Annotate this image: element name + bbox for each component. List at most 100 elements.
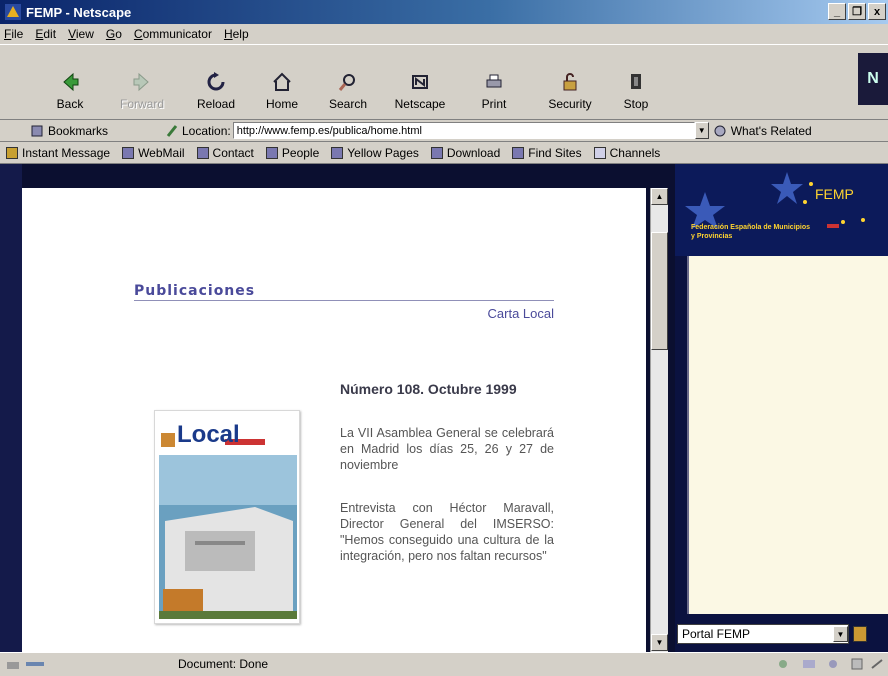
menu-file[interactable]: File	[4, 27, 23, 41]
yellow-pages-label: Yellow Pages	[347, 145, 419, 160]
page-left-margin	[0, 164, 22, 652]
find-sites-label: Find Sites	[528, 145, 582, 160]
forward-arrow-icon	[133, 72, 149, 92]
mail-icon[interactable]	[802, 658, 816, 670]
section-subtitle: Carta Local	[487, 306, 554, 321]
location-label: Location:	[166, 124, 231, 138]
femp-sidebar: FEMP Federación Española de Municipios y…	[675, 164, 888, 652]
portal-go-button[interactable]	[853, 626, 867, 642]
print-icon	[486, 74, 502, 88]
search-button[interactable]: Search	[316, 53, 380, 111]
cover-title: Local	[177, 421, 240, 448]
minimize-button[interactable]: _	[828, 3, 846, 20]
bookmarks-icon	[31, 125, 43, 136]
download-link[interactable]: Download	[430, 145, 501, 160]
channels-link[interactable]: Channels	[593, 146, 660, 160]
window-controls: _ ❐ x	[828, 3, 886, 20]
instant-message-label: Instant Message	[22, 145, 111, 160]
connection-status-icon	[26, 662, 44, 666]
forward-label: Forward	[119, 97, 164, 111]
magazine-cover-image[interactable]: Local	[154, 410, 300, 624]
netscape-logo[interactable]: N	[858, 53, 888, 105]
netscape-button[interactable]: Netscape	[388, 53, 452, 111]
stop-icon	[631, 74, 641, 89]
reload-button[interactable]: Reload	[184, 53, 248, 111]
stop-button[interactable]: Stop	[604, 53, 668, 111]
download-label: Download	[446, 145, 501, 160]
contact-link[interactable]: Contact	[196, 145, 254, 160]
maximize-button[interactable]: ❐	[848, 3, 866, 20]
webmail-label: WebMail	[138, 145, 185, 160]
portal-select[interactable]: Portal FEMP	[677, 624, 849, 644]
content-area: Publicaciones Carta Local Local Número 1…	[0, 164, 888, 652]
back-button[interactable]: Back	[38, 53, 102, 111]
back-arrow-icon	[63, 72, 79, 92]
whats-related-button[interactable]: What's Related	[713, 124, 812, 138]
reload-label: Reload	[196, 97, 236, 111]
home-button[interactable]: Home	[250, 53, 314, 111]
bookmark-page-icon	[265, 146, 278, 159]
bookmarks-label: Bookmarks	[48, 123, 109, 138]
url-input[interactable]	[232, 122, 695, 139]
title-bar: FEMP - Netscape _ ❐ x	[0, 0, 888, 24]
main-frame: Publicaciones Carta Local Local Número 1…	[22, 188, 646, 652]
bookmark-page-icon	[430, 146, 443, 159]
print-label: Print	[481, 97, 507, 111]
yellow-pages-link[interactable]: Yellow Pages	[331, 146, 419, 160]
lock-icon	[563, 73, 577, 91]
menu-view[interactable]: View	[68, 27, 94, 41]
personal-toolbar: Instant Message WebMail Contact People Y…	[0, 142, 888, 164]
forward-button[interactable]: Forward	[110, 53, 174, 111]
instant-message-link[interactable]: Instant Message	[6, 146, 110, 160]
people-label: People	[281, 145, 320, 160]
femp-header: FEMP Federación Española de Municipios y…	[675, 164, 888, 256]
security-status-icon[interactable]	[6, 658, 20, 670]
people-link[interactable]: People	[265, 145, 320, 160]
webmail-link[interactable]: WebMail	[122, 145, 185, 160]
news-paragraph-1[interactable]: La VII Asamblea General se celebrará en …	[340, 425, 554, 473]
navigation-toolbar: Back Forward Reload Home Search Netscape…	[0, 44, 888, 120]
bookmark-page-icon	[512, 146, 525, 159]
security-label: Security	[548, 97, 592, 111]
security-button[interactable]: Security	[538, 53, 602, 111]
whats-related-label: What's Related	[730, 123, 812, 138]
status-text: Document: Done	[178, 657, 269, 671]
main-scrollbar[interactable]: ▲ ▼	[650, 188, 668, 652]
menu-go[interactable]: Go	[106, 27, 122, 41]
whats-related-icon	[714, 125, 726, 136]
navigator-icon[interactable]	[776, 658, 790, 670]
home-label: Home	[265, 97, 298, 111]
bookmarks-button[interactable]: Bookmarks	[30, 124, 140, 138]
menu-communicator[interactable]: Communicator	[134, 27, 212, 41]
portal-select-dropdown[interactable]: ▼	[833, 626, 848, 642]
channels-icon	[593, 146, 606, 159]
netscape-label: Netscape	[394, 97, 446, 111]
menu-help[interactable]: Help	[224, 27, 249, 41]
bookmark-page-icon	[331, 146, 344, 159]
location-toolbar: Bookmarks Location: ▼ What's Related	[0, 120, 888, 142]
find-sites-link[interactable]: Find Sites	[512, 145, 582, 160]
print-button[interactable]: Print	[462, 53, 526, 111]
address-book-icon[interactable]	[850, 658, 864, 670]
reload-icon	[207, 72, 225, 91]
newsgroups-icon[interactable]	[826, 658, 840, 670]
femp-subtitle: Federación Española de Municipios y Prov…	[691, 224, 811, 240]
stop-label: Stop	[623, 97, 649, 111]
close-button[interactable]: x	[868, 3, 886, 20]
scroll-up-button[interactable]: ▲	[651, 188, 668, 205]
composer-icon[interactable]	[870, 658, 884, 670]
femp-content-panel	[687, 256, 888, 614]
page-proxy-icon	[166, 124, 178, 137]
bookmark-page-icon	[196, 146, 209, 159]
femp-title: FEMP	[815, 186, 854, 202]
location-label-text: Location:	[182, 123, 231, 138]
window-title: FEMP - Netscape	[26, 4, 132, 20]
contact-label: Contact	[212, 145, 254, 160]
url-dropdown-button[interactable]: ▼	[694, 122, 709, 139]
issue-title[interactable]: Número 108. Octubre 1999	[340, 380, 558, 399]
instant-message-icon	[6, 146, 18, 159]
news-paragraph-2[interactable]: Entrevista con Héctor Maravall, Director…	[340, 500, 554, 564]
scroll-thumb[interactable]	[651, 232, 668, 350]
scroll-down-button[interactable]: ▼	[651, 634, 668, 651]
menu-edit[interactable]: Edit	[35, 27, 56, 41]
